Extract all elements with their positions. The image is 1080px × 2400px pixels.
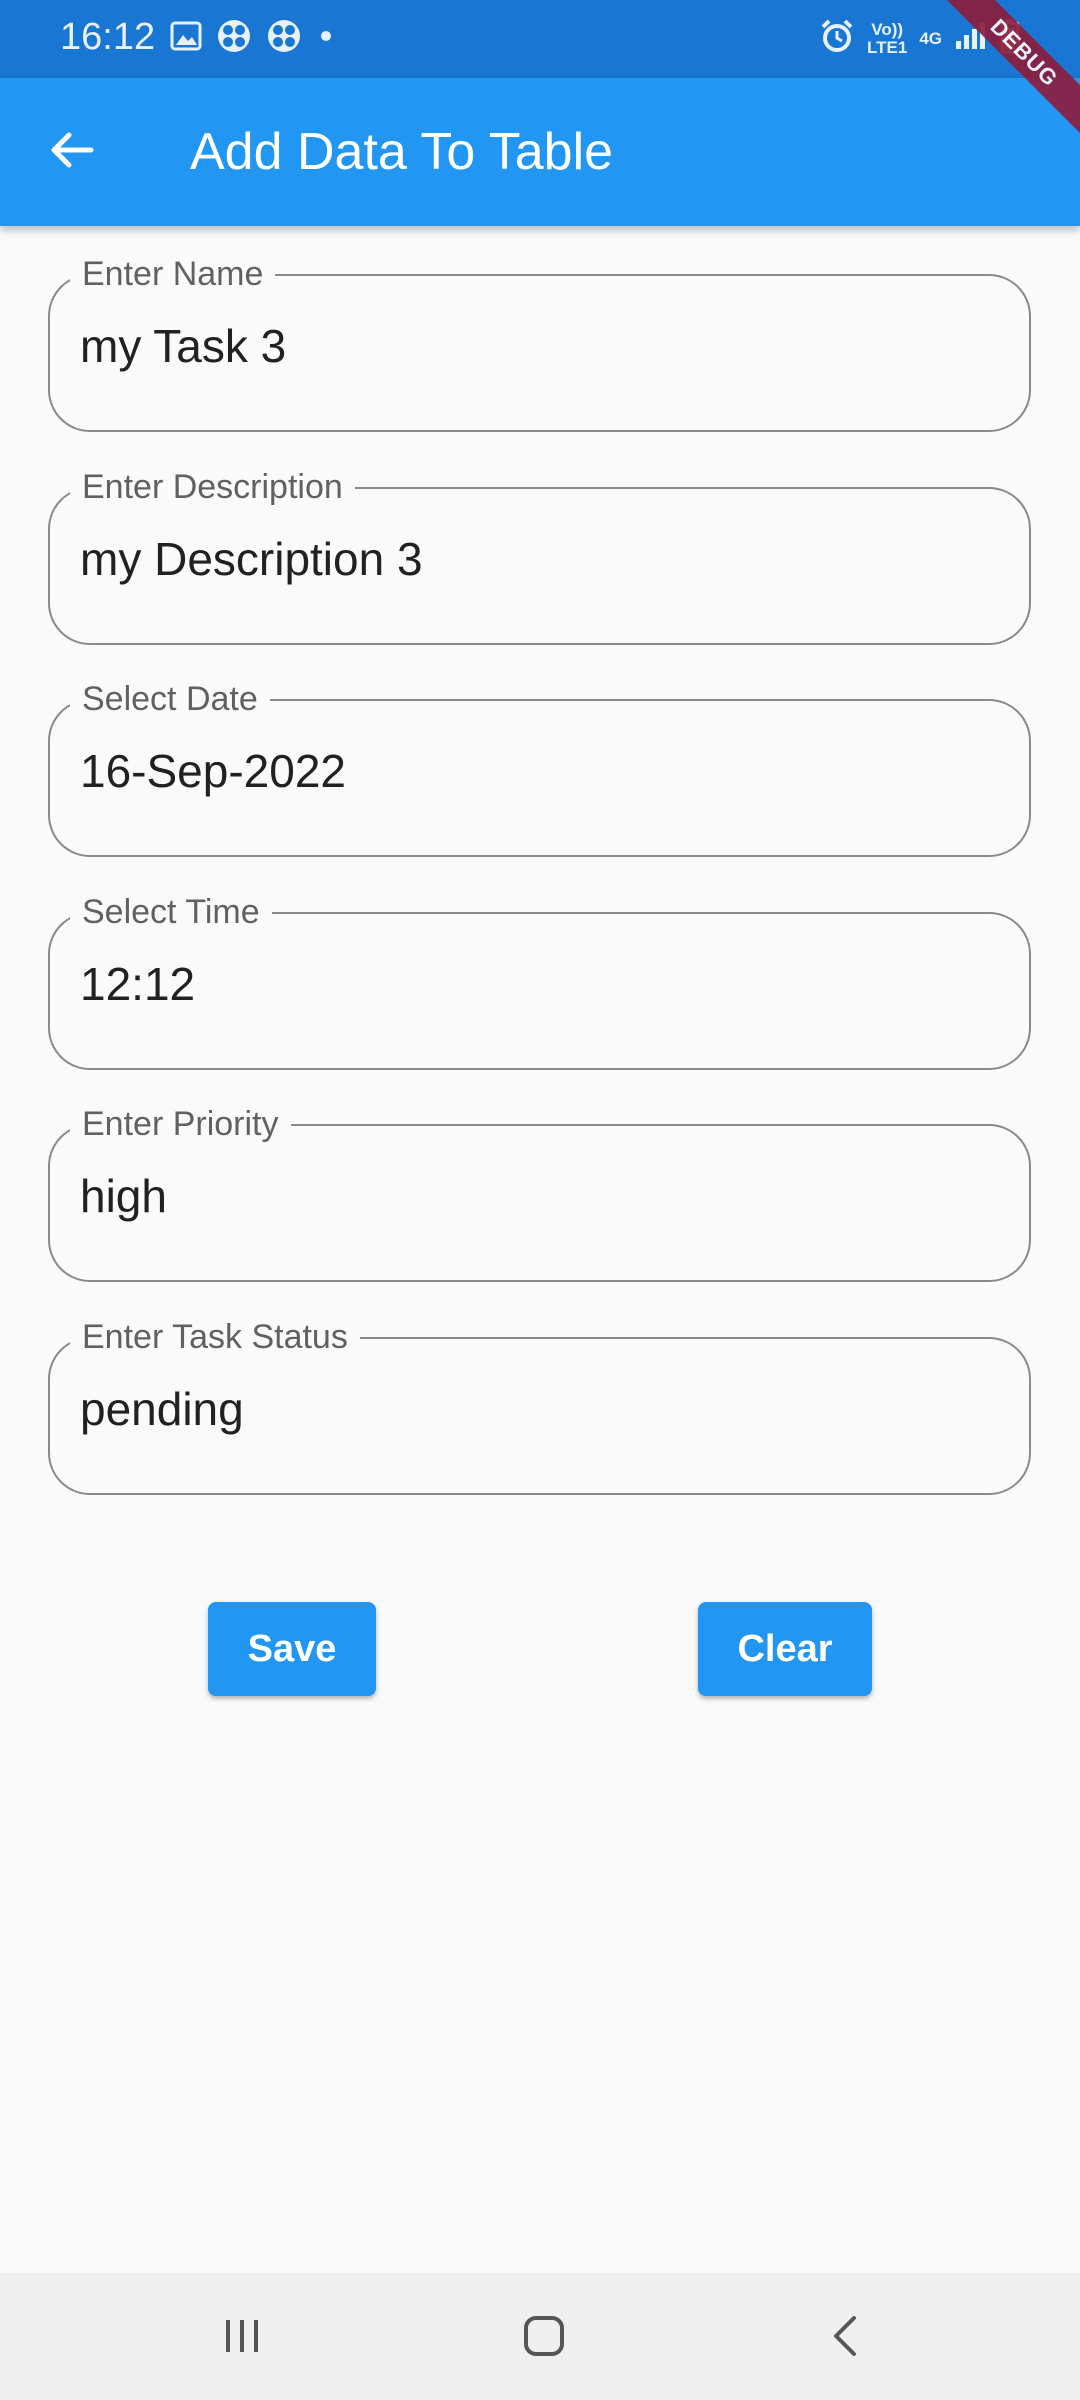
system-nav-bar (0, 2273, 1080, 2400)
image-icon (170, 21, 202, 51)
time-field-label: Select Time (70, 892, 272, 932)
status-right-icons: Vo)) LTE1 4G (819, 18, 1020, 59)
screen: 16:12 Vo)) LTE1 4G DEBUG Add Data To Tab… (0, 0, 1080, 2400)
priority-field-label: Enter Priority (70, 1104, 291, 1144)
recents-button[interactable] (202, 2303, 282, 2373)
priority-field-value: high (80, 1170, 167, 1222)
date-field-label: Select Date (70, 679, 270, 719)
network-gen-label: 4G (919, 28, 942, 48)
date-field-value: 16-Sep-2022 (80, 745, 346, 797)
signal-icon (954, 21, 988, 56)
home-icon (520, 2312, 568, 2365)
description-field-value: my Description 3 (80, 533, 423, 585)
network-indicator: Vo)) LTE1 (867, 19, 908, 57)
status-bar: 16:12 Vo)) LTE1 4G (0, 0, 1080, 78)
date-field[interactable]: Select Date 16-Sep-2022 (48, 679, 1031, 857)
network-volte-label: Vo)) (871, 19, 904, 39)
dot-icon (316, 26, 336, 46)
name-field[interactable]: Enter Name my Task 3 (48, 254, 1031, 432)
name-field-value: my Task 3 (80, 320, 287, 372)
back-button[interactable] (24, 104, 120, 200)
time-field[interactable]: Select Time 12:12 (48, 892, 1031, 1070)
name-field-label: Enter Name (70, 254, 276, 294)
task-status-field[interactable]: Enter Task Status pending (48, 1317, 1031, 1495)
page-title: Add Data To Table (190, 123, 614, 181)
description-field-label: Enter Description (70, 467, 355, 507)
status-left-icons (170, 18, 336, 54)
status-time: 16:12 (60, 16, 156, 58)
app-bar: Add Data To Table (0, 78, 1080, 226)
time-field-value: 12:12 (80, 958, 196, 1010)
recents-icon (220, 2314, 264, 2363)
save-button[interactable]: Save (208, 1602, 376, 1696)
priority-field[interactable]: Enter Priority high (48, 1104, 1031, 1282)
task-status-field-label: Enter Task Status (70, 1317, 360, 1357)
clear-button[interactable]: Clear (698, 1602, 872, 1696)
task-status-field-value: pending (80, 1383, 244, 1435)
nav-back-button[interactable] (806, 2303, 886, 2373)
alarm-icon (819, 18, 855, 59)
description-field[interactable]: Enter Description my Description 3 (48, 467, 1031, 645)
arrow-back-icon (47, 125, 97, 180)
network-lte-label: LTE1 (867, 37, 908, 57)
pinwheel-icon (266, 18, 302, 54)
battery-icon (1000, 18, 1020, 59)
pinwheel-icon (216, 18, 252, 54)
home-button[interactable] (504, 2303, 584, 2373)
back-icon (824, 2314, 868, 2363)
